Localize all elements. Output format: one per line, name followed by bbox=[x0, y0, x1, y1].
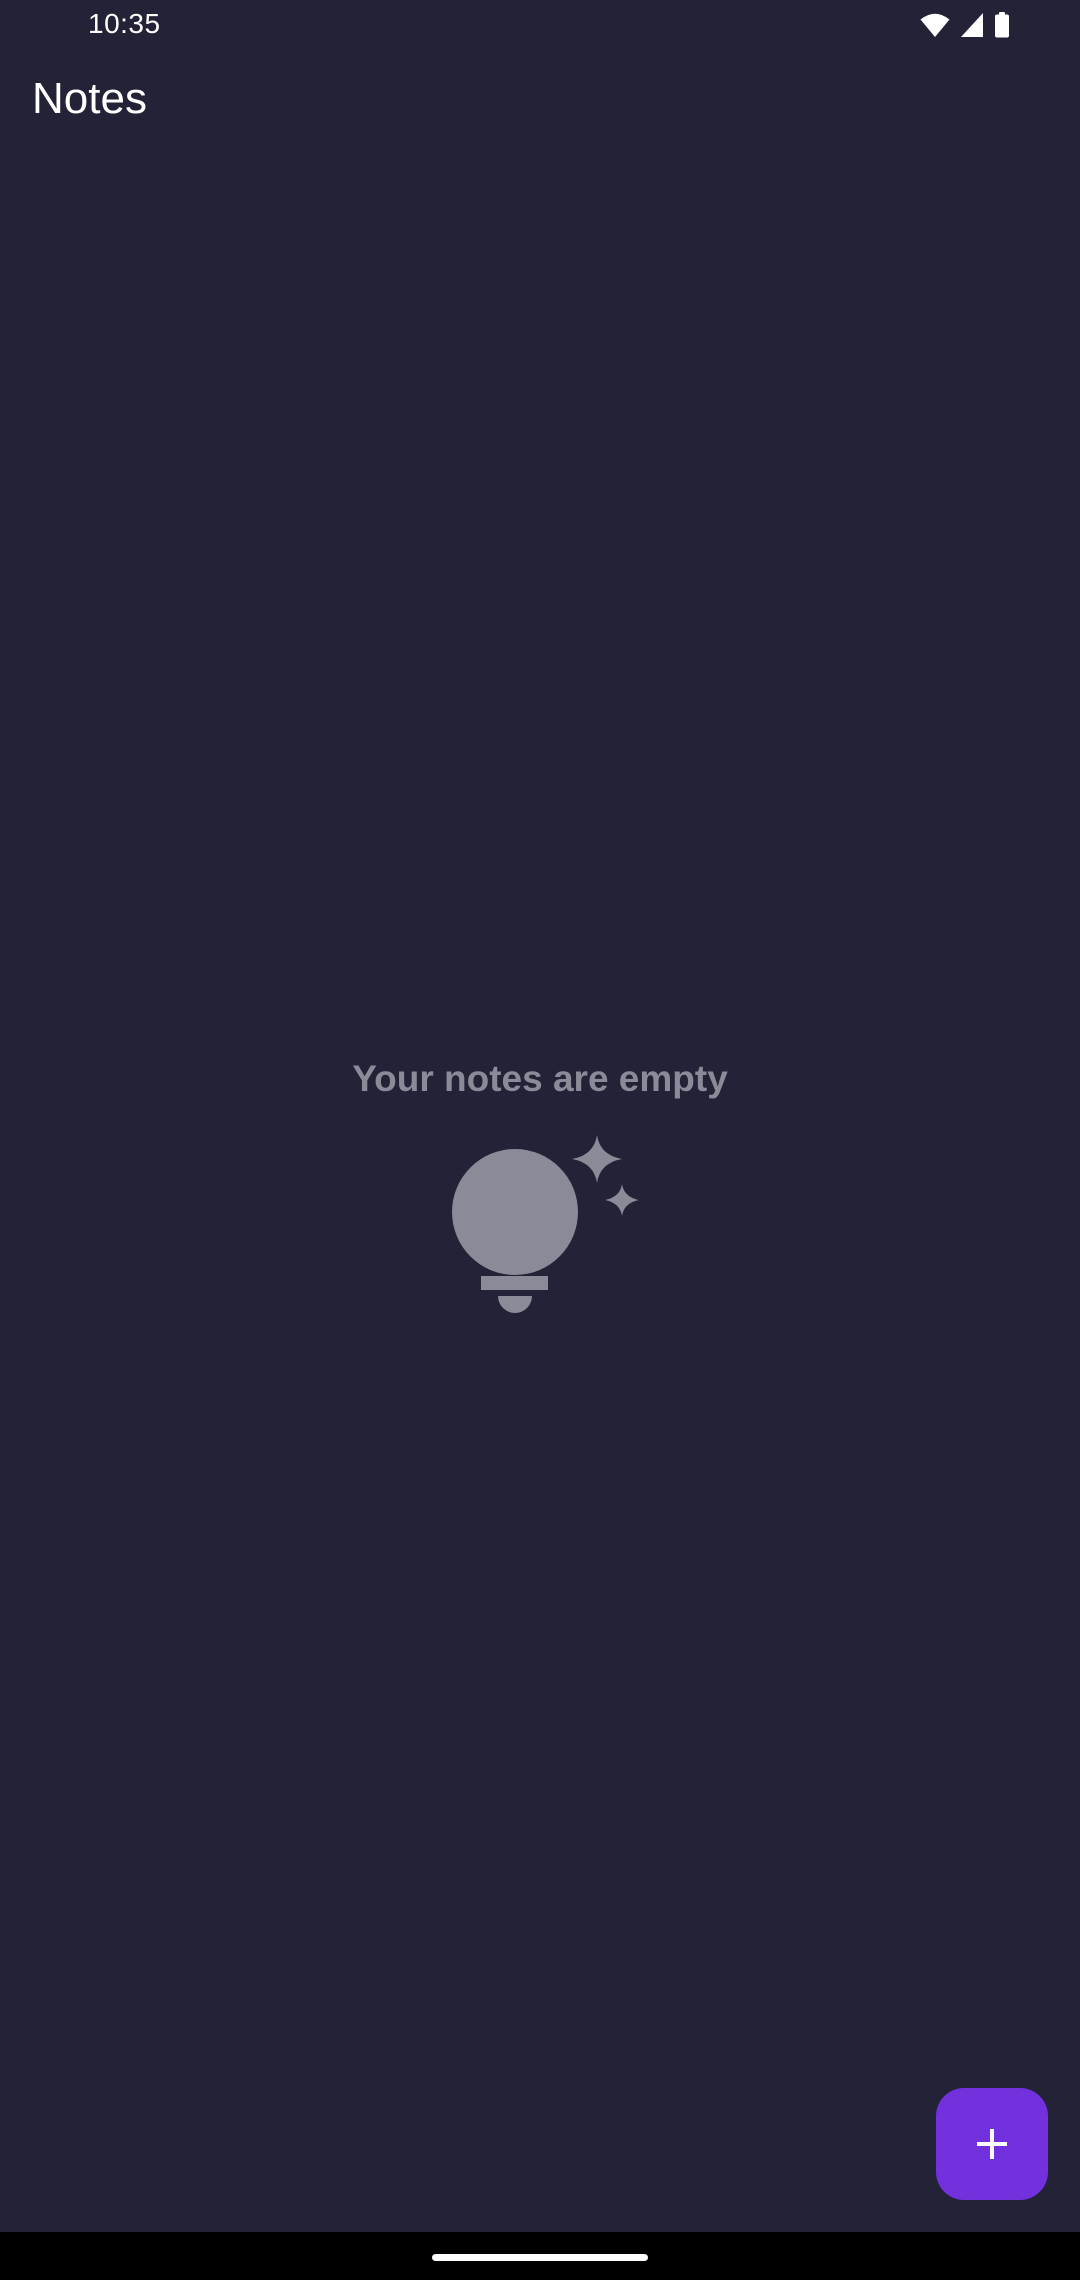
add-note-button[interactable] bbox=[936, 2088, 1048, 2200]
lightbulb-sparkle-icon bbox=[448, 1130, 644, 1320]
status-bar: 10:35 bbox=[0, 0, 1080, 50]
plus-icon bbox=[977, 2129, 1007, 2159]
empty-state: Your notes are empty bbox=[0, 1058, 1080, 1100]
cellular-signal-icon bbox=[960, 12, 984, 38]
page-title: Notes bbox=[32, 74, 147, 123]
navigation-bar bbox=[0, 2232, 1080, 2280]
status-time: 10:35 bbox=[88, 8, 161, 39]
home-gesture-handle[interactable] bbox=[432, 2254, 648, 2261]
wifi-icon bbox=[920, 12, 950, 38]
empty-state-message: Your notes are empty bbox=[352, 1058, 728, 1099]
battery-icon bbox=[994, 12, 1010, 38]
status-icons bbox=[920, 12, 1010, 38]
